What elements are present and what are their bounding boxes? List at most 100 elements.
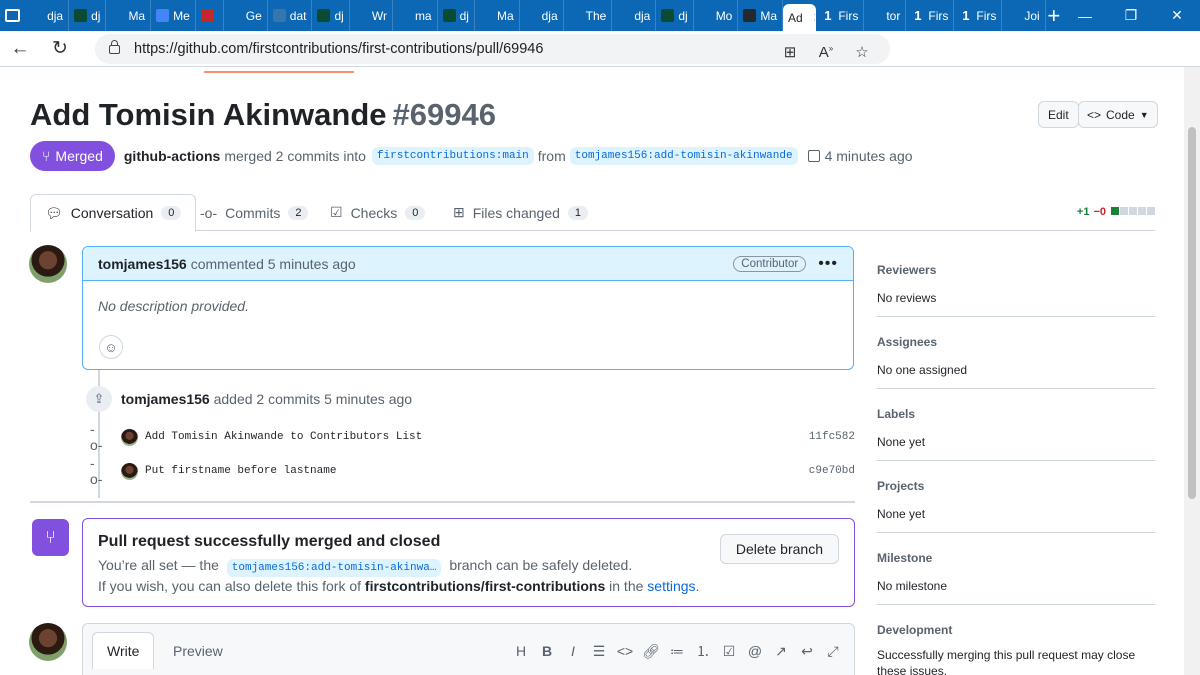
commit-message[interactable]: Put firstname before lastname xyxy=(145,465,336,477)
base-branch[interactable]: firstcontributions:main xyxy=(371,147,534,165)
delete-branch-button[interactable]: Delete branch xyxy=(719,534,839,564)
doc-icon xyxy=(156,9,170,22)
event-author[interactable]: tomjames156 xyxy=(121,391,210,407)
tab-conversation[interactable]: 💬︎ Conversation 0 xyxy=(30,194,197,232)
tab-write[interactable]: Write xyxy=(92,632,155,669)
page-scrollbar[interactable] xyxy=(1184,67,1200,675)
tab-commits[interactable]: -o- Commits 2 xyxy=(200,194,309,231)
browser-tab[interactable]: tor xyxy=(864,0,907,31)
read-aloud-icon[interactable]: A» xyxy=(808,44,844,61)
browser-tab-active[interactable]: Ad ✕ xyxy=(783,4,817,31)
commit-author-avatar[interactable] xyxy=(121,462,138,480)
reply-icon[interactable]: ↩ xyxy=(794,638,820,664)
refresh-icon[interactable]: ↻ xyxy=(40,37,80,60)
browser-tab[interactable]: dja xyxy=(612,0,657,31)
browser-tab[interactable]: Ma xyxy=(475,0,520,31)
restore-icon[interactable]: ❐ xyxy=(1108,0,1154,31)
sidebar-reviewers[interactable]: Reviewers No reviews xyxy=(877,263,1155,305)
browser-tab[interactable] xyxy=(196,0,224,31)
browser-tab[interactable]: 1 Firs xyxy=(906,0,955,31)
comment-author[interactable]: tomjames156 xyxy=(98,256,187,272)
sidebar-heading[interactable]: Assignees xyxy=(877,335,1155,349)
sidebar-milestone[interactable]: Milestone No milestone xyxy=(877,551,1155,593)
dj-icon xyxy=(442,9,456,22)
sidebar-heading[interactable]: Reviewers xyxy=(877,263,1155,277)
merged-branch[interactable]: tomjames156:add-tomisin-akinwa… xyxy=(226,559,442,577)
file-diff-icon: ⊞ xyxy=(453,204,465,220)
commit-sha[interactable]: c9e70bd xyxy=(809,465,855,477)
window-menu-icon[interactable] xyxy=(0,0,25,31)
browser-tab[interactable]: dj xyxy=(69,0,107,31)
italic-icon[interactable]: I xyxy=(560,638,586,664)
kebab-menu-icon[interactable]: ••• xyxy=(818,255,838,273)
fullscreen-icon[interactable]: ⤢ xyxy=(820,638,846,664)
browser-tab[interactable]: Mo xyxy=(694,0,739,31)
author-avatar[interactable] xyxy=(29,245,67,283)
tab-files-changed[interactable]: ⊞ Files changed 1 xyxy=(453,194,589,231)
commit-message[interactable]: Add Tomisin Akinwande to Contributors Li… xyxy=(145,431,422,443)
favorite-star-icon[interactable]: ☆ xyxy=(844,43,880,61)
browser-tab[interactable]: dja xyxy=(520,0,564,31)
fork-text: If you wish, you can also delete this fo… xyxy=(98,578,362,594)
browser-tab[interactable]: Me xyxy=(151,0,196,31)
browser-tab[interactable]: Ma xyxy=(106,0,152,31)
one-icon: 1 xyxy=(914,8,922,23)
sidebar-heading[interactable]: Milestone xyxy=(877,551,1155,565)
mention-icon[interactable]: @ xyxy=(742,638,768,664)
dj-icon xyxy=(317,9,331,22)
edit-button[interactable]: Edit xyxy=(1038,101,1079,128)
copy-icon[interactable] xyxy=(807,150,820,162)
dj-icon xyxy=(74,9,88,22)
browser-tab[interactable]: Ge xyxy=(224,0,268,31)
app-available-icon[interactable]: ⊞ xyxy=(772,43,808,61)
url-text[interactable]: https://github.com/firstcontributions/fi… xyxy=(134,41,543,57)
unordered-list-icon[interactable]: ≔ xyxy=(664,638,690,664)
sidebar-heading[interactable]: Development xyxy=(877,623,1155,637)
close-window-icon[interactable]: ✕ xyxy=(1154,0,1200,31)
browser-tab[interactable]: 1 Firs xyxy=(816,0,865,31)
browser-tab[interactable]: Joi xyxy=(1002,0,1046,31)
sidebar-labels[interactable]: Labels None yet xyxy=(877,407,1155,449)
commit-sha[interactable]: 11fc582 xyxy=(809,431,855,443)
cross-reference-icon[interactable]: ↗ xyxy=(768,638,794,664)
browser-tab[interactable]: Ma xyxy=(738,0,784,31)
browser-tab[interactable]: dat xyxy=(268,0,313,31)
settings-link[interactable]: settings xyxy=(647,578,695,594)
tab-preview[interactable]: Preview xyxy=(173,632,223,669)
browser-tab[interactable]: dj xyxy=(312,0,350,31)
link-icon[interactable]: 🔗︎ xyxy=(638,638,664,664)
browser-tab[interactable]: dj xyxy=(656,0,694,31)
add-reaction-icon[interactable]: ☺ xyxy=(99,335,123,359)
sidebar-development[interactable]: Development Successfully merging this pu… xyxy=(877,623,1155,675)
bold-icon[interactable]: B xyxy=(534,638,560,664)
tab-label: The xyxy=(585,8,607,23)
sidebar-heading[interactable]: Projects xyxy=(877,479,1155,493)
quote-icon[interactable]: ☰ xyxy=(586,638,612,664)
browser-tab[interactable]: The xyxy=(564,0,613,31)
browser-tab[interactable]: Wr xyxy=(350,0,393,31)
minimize-icon[interactable]: — xyxy=(1062,0,1108,31)
ordered-list-icon[interactable]: ⒈ xyxy=(690,638,716,664)
browser-tab[interactable]: ma xyxy=(393,0,438,31)
tab-label: dj xyxy=(459,8,469,23)
back-icon[interactable]: ← xyxy=(0,38,40,60)
commit-author-avatar[interactable] xyxy=(121,428,138,446)
browser-tab[interactable]: 1 Firs xyxy=(954,0,1003,31)
new-tab-icon[interactable]: + xyxy=(1046,0,1062,31)
sidebar-projects[interactable]: Projects None yet xyxy=(877,479,1155,521)
pr-number: #69946 xyxy=(392,97,496,132)
sidebar-assignees[interactable]: Assignees No one assigned xyxy=(877,335,1155,377)
code-button[interactable]: <> Code ▼ xyxy=(1078,101,1158,128)
actor-link[interactable]: github-actions xyxy=(124,148,220,164)
browser-tab[interactable]: dja xyxy=(25,0,70,31)
code-icon[interactable]: <> xyxy=(612,638,638,664)
tab-checks[interactable]: ☑ Checks 0 xyxy=(330,194,426,231)
task-list-icon[interactable]: ☑ xyxy=(716,638,742,664)
browser-tab[interactable]: dj xyxy=(438,0,475,31)
scrollbar-thumb[interactable] xyxy=(1188,127,1196,499)
heading-icon[interactable]: H xyxy=(508,638,534,664)
head-branch[interactable]: tomjames156:add-tomisin-akinwande xyxy=(569,147,798,165)
url-bar[interactable]: https://github.com/firstcontributions/fi… xyxy=(95,34,890,64)
sidebar-heading[interactable]: Labels xyxy=(877,407,1155,421)
sidebar-divider xyxy=(877,316,1155,317)
